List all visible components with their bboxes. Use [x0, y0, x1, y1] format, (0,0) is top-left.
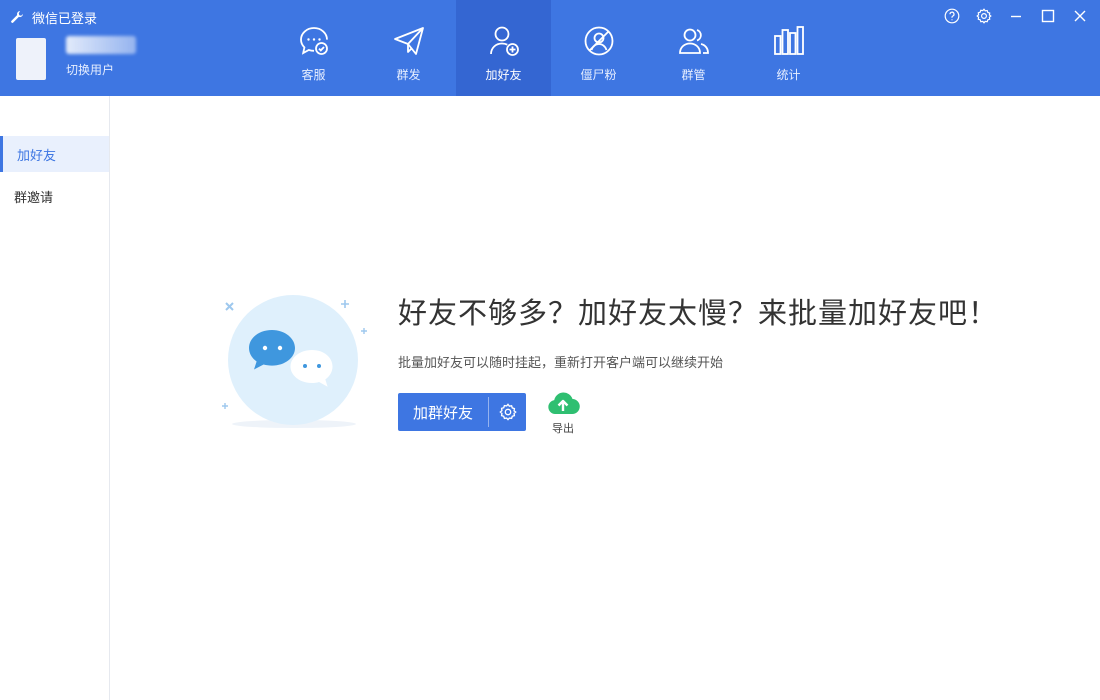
paper-plane-icon	[393, 27, 424, 55]
help-icon	[944, 8, 960, 24]
minimize-icon	[1011, 15, 1021, 18]
maximize-icon	[1041, 9, 1055, 23]
avatar[interactable]	[16, 38, 46, 80]
promo-subtitle: 批量加好友可以随时挂起，重新打开客户端可以继续开始	[398, 356, 724, 371]
wrench-icon	[11, 11, 23, 23]
settings-icon	[976, 8, 992, 24]
close-button[interactable]	[1070, 6, 1090, 26]
settings-button[interactable]	[974, 6, 994, 26]
bar-chart-icon	[773, 26, 804, 55]
add-friend-icon	[489, 26, 519, 56]
promo-title: 好友不够多？加好友太慢？来批量加好友吧！	[398, 296, 999, 330]
tab-label: 加好友	[485, 68, 522, 82]
switch-user-link[interactable]: 切换用户	[66, 61, 114, 78]
close-icon	[1074, 10, 1086, 22]
group-manage-icon	[678, 28, 709, 54]
customer-service-icon	[299, 27, 328, 55]
add-group-friends-button[interactable]: 加群好友	[398, 393, 526, 431]
export-label: 导出	[552, 422, 574, 435]
sidebar-item-group-invite[interactable]: 群邀请	[0, 178, 109, 214]
tab-group-manage[interactable]: 群管	[646, 0, 741, 96]
top-header: 微信已登录 切换用户 客服 群发 加好友 僵尸粉 群管 统计	[0, 0, 1100, 96]
add-group-friends-label: 加群好友	[412, 403, 473, 422]
add-friend-settings-button[interactable]	[489, 393, 526, 431]
main-nav: 客服 群发 加好友 僵尸粉 群管 统计	[266, 0, 836, 96]
sidebar-item-add-friend[interactable]: 加好友	[0, 136, 109, 172]
tab-label: 客服	[301, 68, 326, 82]
tab-label: 僵尸粉	[580, 68, 617, 82]
gear-icon	[498, 403, 517, 421]
minimize-button[interactable]	[1006, 6, 1026, 26]
user-name-blurred	[66, 36, 136, 54]
app-title: 微信已登录	[32, 11, 98, 27]
tab-label: 统计	[776, 68, 801, 82]
tab-label: 群发	[396, 68, 421, 82]
maximize-button[interactable]	[1038, 6, 1058, 26]
help-button[interactable]	[942, 6, 962, 26]
cloud-upload-icon	[548, 392, 580, 415]
app-title-bar: 微信已登录	[10, 8, 98, 27]
zombie-fan-icon	[584, 26, 613, 56]
tab-add-friend[interactable]: 加好友	[456, 0, 551, 96]
tab-customer-service[interactable]: 客服	[266, 0, 361, 96]
tab-mass-send[interactable]: 群发	[361, 0, 456, 96]
chat-bubbles-illustration	[222, 295, 367, 428]
export-button[interactable]: 导出	[544, 390, 582, 436]
tab-statistics[interactable]: 统计	[741, 0, 836, 96]
tab-zombie-fans[interactable]: 僵尸粉	[551, 0, 646, 96]
sidebar: 加好友 群邀请	[0, 96, 110, 700]
tab-label: 群管	[681, 68, 706, 82]
window-controls	[942, 6, 1090, 26]
